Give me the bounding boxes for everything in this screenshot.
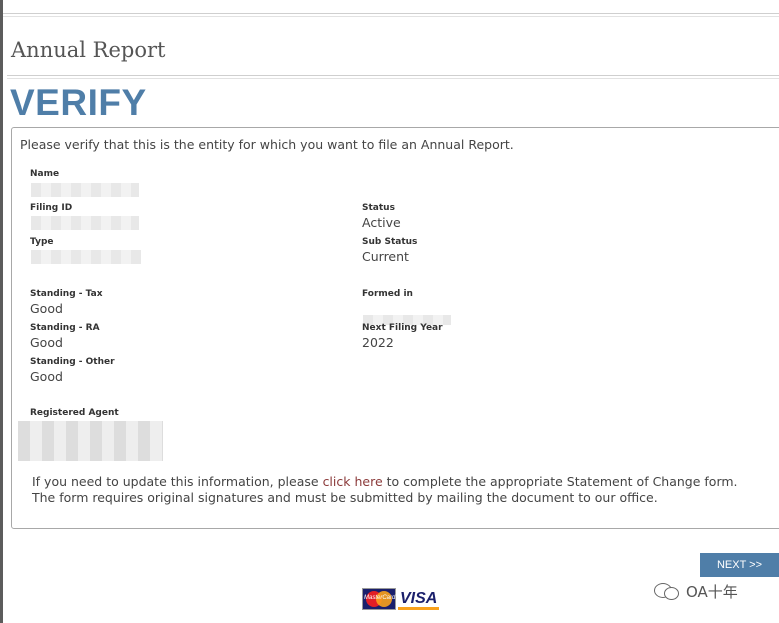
field-formed-in: Formed in <box>362 289 413 317</box>
heading-divider <box>7 75 779 76</box>
redacted-filing-id <box>31 216 139 230</box>
field-next-filing-year: Next Filing Year 2022 <box>362 323 443 351</box>
update-info-before: If you need to update this information, … <box>32 474 323 489</box>
payment-logos: MasterCard VISA <box>362 588 440 610</box>
verify-intro-text: Please verify that this is the entity fo… <box>20 137 514 152</box>
window-left-edge <box>0 0 3 623</box>
field-status-label: Status <box>362 203 395 213</box>
watermark-text: OA十年 <box>686 582 738 601</box>
field-sub-status-label: Sub Status <box>362 237 418 247</box>
update-info-line2: The form requires original signatures an… <box>32 490 658 505</box>
top-divider <box>3 13 779 14</box>
top-divider-secondary <box>3 16 779 17</box>
field-standing-ra-value: Good <box>30 335 63 350</box>
field-sub-status: Sub Status Current <box>362 237 417 265</box>
field-registered-agent-label: Registered Agent <box>30 408 119 418</box>
click-here-link[interactable]: click here <box>323 474 383 489</box>
field-sub-status-value: Current <box>362 249 409 264</box>
field-standing-other-label: Standing - Other <box>30 357 115 367</box>
visa-logo: VISA <box>398 588 440 610</box>
redacted-registered-agent <box>18 421 163 461</box>
chat-bubble-icon <box>654 580 680 602</box>
field-standing-other-value: Good <box>30 369 63 384</box>
mastercard-logo-text: MasterCard <box>364 595 396 601</box>
update-info-line1: If you need to update this information, … <box>32 474 762 490</box>
field-next-filing-year-label: Next Filing Year <box>362 323 443 333</box>
update-info-note: If you need to update this information, … <box>32 474 762 506</box>
field-formed-in-label: Formed in <box>362 289 413 299</box>
field-standing-tax-label: Standing - Tax <box>30 289 103 299</box>
field-standing-tax: Standing - Tax Good <box>30 289 103 317</box>
field-standing-ra-label: Standing - RA <box>30 323 100 333</box>
field-next-filing-year-value: 2022 <box>362 335 394 350</box>
field-type-label: Type <box>30 237 54 247</box>
page-heading: Annual Report <box>11 38 166 62</box>
next-button[interactable]: NEXT >> <box>700 553 779 577</box>
field-status-value: Active <box>362 215 401 230</box>
field-status: Status Active <box>362 203 401 231</box>
field-standing-ra: Standing - RA Good <box>30 323 100 351</box>
watermark: OA十年 <box>654 580 738 602</box>
field-name-label: Name <box>30 169 60 179</box>
redacted-name <box>31 183 139 197</box>
update-info-after: to complete the appropriate Statement of… <box>382 474 738 489</box>
field-standing-tax-value: Good <box>30 301 63 316</box>
mastercard-logo: MasterCard <box>362 588 396 610</box>
field-standing-other: Standing - Other Good <box>30 357 115 385</box>
redacted-type <box>31 250 141 264</box>
heading-divider-secondary <box>7 78 779 79</box>
verify-title: VERIFY <box>10 82 147 123</box>
entity-details-panel: Please verify that this is the entity fo… <box>11 127 779 529</box>
field-filing-id-label: Filing ID <box>30 203 73 213</box>
